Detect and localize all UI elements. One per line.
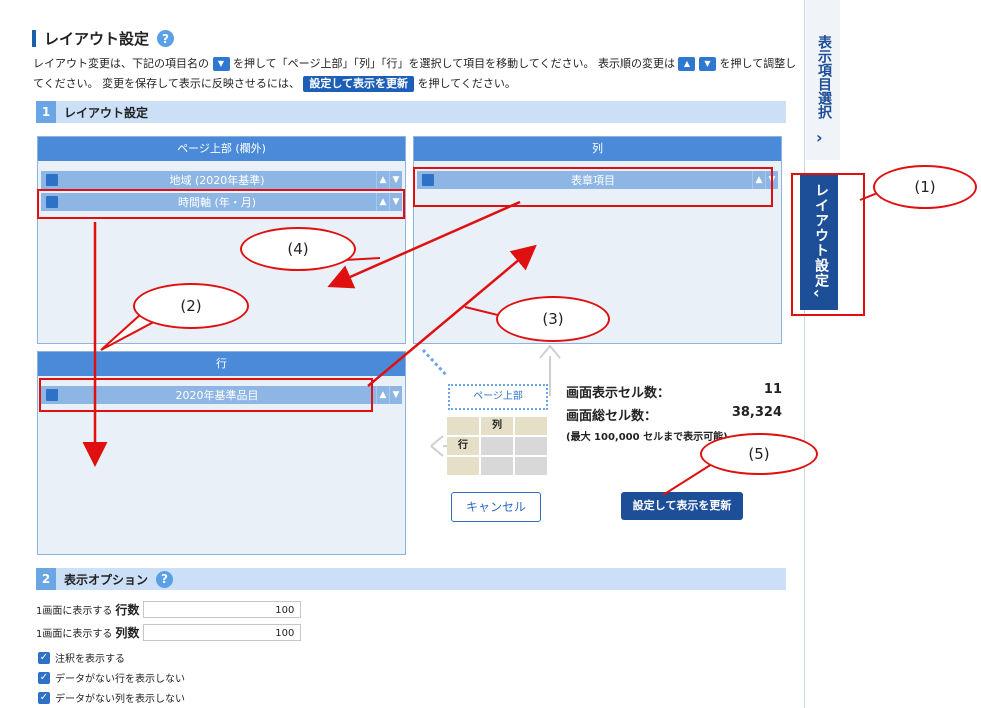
callout-5: (5) bbox=[700, 433, 818, 475]
annotation-arrows bbox=[82, 181, 906, 496]
callout-3: (3) bbox=[496, 296, 610, 342]
callout-4: (4) bbox=[240, 227, 356, 271]
callout-2: (2) bbox=[133, 283, 249, 329]
callout-1: (1) bbox=[873, 165, 977, 209]
